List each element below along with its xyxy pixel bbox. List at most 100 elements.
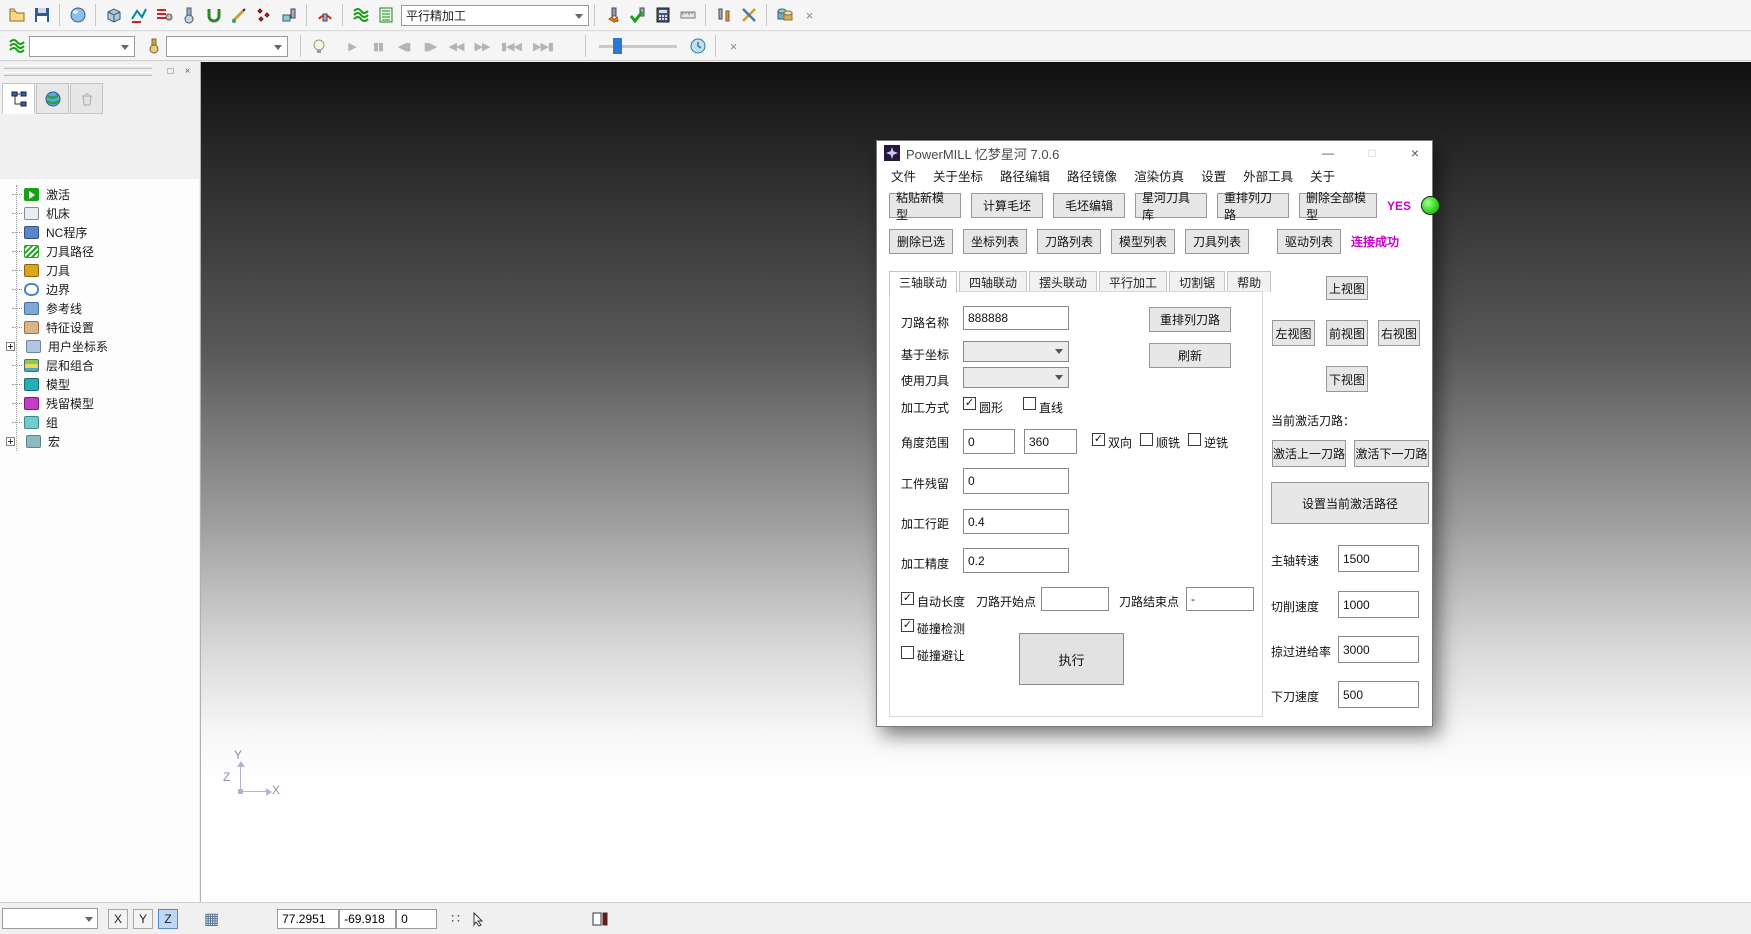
maximize-icon[interactable]: □ — [1363, 144, 1381, 162]
status-dropdown[interactable] — [2, 908, 98, 929]
verify-toolpath-icon[interactable] — [625, 3, 650, 28]
simulation-speed-slider[interactable] — [599, 37, 677, 55]
tree-item-feature-sets[interactable]: 特征设置 — [0, 318, 199, 337]
menu-external-tools[interactable]: 外部工具 — [1243, 166, 1293, 185]
open-file-icon[interactable] — [4, 3, 29, 28]
panel-grip[interactable] — [4, 72, 152, 76]
toolpath-connections-icon[interactable] — [126, 3, 151, 28]
toolpath-list-button[interactable]: 刀路列表 — [1037, 229, 1101, 254]
activate-prev-button[interactable]: 激活上一刀路 — [1272, 440, 1346, 467]
stock-edit-button[interactable]: 毛坯编辑 — [1053, 193, 1125, 218]
measure-icon[interactable] — [675, 3, 700, 28]
tree-item-boundaries[interactable]: 边界 — [0, 280, 199, 299]
tree-item-machine[interactable]: 机床 — [0, 204, 199, 223]
close-toolbar-icon[interactable]: × — [721, 34, 746, 59]
coordinate-y-input[interactable] — [339, 909, 396, 929]
tree-item-workplanes[interactable]: 用户坐标系 — [0, 337, 199, 356]
stock-cylinders-icon[interactable] — [772, 3, 797, 28]
view-left-button[interactable]: 左视图 — [1272, 320, 1315, 346]
menu-path-edit[interactable]: 路径编辑 — [1000, 166, 1050, 185]
coordinate-z-input[interactable] — [396, 909, 437, 929]
batch-process-icon[interactable] — [600, 3, 625, 28]
tab-saw[interactable]: 切割锯 — [1169, 271, 1225, 292]
cutting-feed-input[interactable] — [1338, 591, 1419, 618]
tree-item-patterns[interactable]: 参考线 — [0, 299, 199, 318]
snap-options-icon[interactable]: ∷ — [451, 910, 460, 927]
transform-model-icon[interactable] — [736, 3, 761, 28]
toolpaths-icon[interactable] — [348, 3, 373, 28]
expand-icon[interactable] — [6, 342, 15, 351]
circle-checkbox[interactable]: ✓ — [963, 397, 976, 410]
close-toolbar-icon[interactable]: × — [797, 3, 822, 28]
view-top-button[interactable]: 上视图 — [1326, 276, 1368, 300]
compute-stock-button[interactable]: 计算毛坯 — [971, 193, 1043, 218]
refresh-button[interactable]: 刷新 — [1149, 343, 1231, 368]
close-icon[interactable]: × — [1406, 144, 1424, 162]
panel-grip[interactable] — [4, 65, 152, 69]
pane-toggle-icon[interactable] — [587, 906, 612, 931]
strategy-list-icon[interactable] — [373, 3, 398, 28]
based-coord-select[interactable] — [963, 341, 1069, 362]
stepover-input[interactable] — [963, 509, 1069, 534]
stock-allowance-input[interactable] — [963, 468, 1069, 494]
tree-item-nc-programs[interactable]: NC程序 — [0, 223, 199, 242]
tab-parallel[interactable]: 平行加工 — [1099, 271, 1167, 292]
collision-avoid-checkbox[interactable] — [901, 646, 914, 659]
menu-about[interactable]: 关于 — [1310, 166, 1335, 185]
panel-float-icon[interactable]: □ — [164, 65, 177, 78]
tree-item-activate[interactable]: 激活 — [0, 185, 199, 204]
tab-world[interactable] — [36, 83, 69, 114]
create-tool-icon[interactable] — [176, 3, 201, 28]
tree-item-models[interactable]: 模型 — [0, 375, 199, 394]
menu-render-sim[interactable]: 渲染仿真 — [1134, 166, 1184, 185]
toolpath-name-input[interactable] — [963, 306, 1069, 330]
menu-path-mirror[interactable]: 路径镜像 — [1067, 166, 1117, 185]
create-block-icon[interactable] — [101, 3, 126, 28]
angle-from-input[interactable] — [963, 429, 1015, 454]
leads-links-icon[interactable] — [226, 3, 251, 28]
save-icon[interactable] — [29, 3, 54, 28]
tab-3axis[interactable]: 三轴联动 — [889, 271, 957, 293]
activate-next-button[interactable]: 激活下一刀路 — [1354, 440, 1429, 467]
conventional-checkbox[interactable] — [1188, 433, 1201, 446]
tree-item-tools[interactable]: 刀具 — [0, 261, 199, 280]
view-bottom-button[interactable]: 下视图 — [1326, 366, 1368, 392]
tool-list-button[interactable]: 刀具列表 — [1185, 229, 1249, 254]
set-active-path-button[interactable]: 设置当前激活路径 — [1271, 482, 1429, 524]
tree-item-macros[interactable]: 宏 — [0, 432, 199, 451]
sim-toolpath-dropdown[interactable] — [29, 36, 135, 57]
lightbulb-icon[interactable] — [306, 34, 331, 59]
coord-list-button[interactable]: 坐标列表 — [963, 229, 1027, 254]
view-right-button[interactable]: 右视图 — [1378, 320, 1420, 346]
tool-library-button[interactable]: 星河刀具库 — [1135, 193, 1207, 218]
pointer-icon[interactable] — [466, 906, 491, 931]
axis-y-button[interactable]: Y — [133, 909, 153, 929]
rearrange-toolpaths-button[interactable]: 重排列刀路 — [1217, 193, 1289, 218]
grid-icon[interactable]: ▦ — [204, 909, 219, 929]
drive-list-button[interactable]: 驱动列表 — [1277, 229, 1341, 254]
tab-4axis[interactable]: 四轴联动 — [959, 271, 1027, 292]
strategy-dropdown[interactable]: 平行精加工 — [401, 5, 589, 26]
feeds-speeds-icon[interactable] — [151, 3, 176, 28]
execute-button[interactable]: 执行 — [1019, 633, 1124, 685]
go-to-start-icon[interactable]: ▮◀◀ — [495, 40, 527, 53]
angle-to-input[interactable] — [1024, 429, 1077, 454]
collision-check-icon[interactable] — [312, 3, 337, 28]
step-forward-icon[interactable]: ▮▶ — [417, 40, 443, 53]
menu-coords[interactable]: 关于坐标 — [933, 166, 983, 185]
pause-icon[interactable]: ▮▮ — [365, 40, 391, 53]
clock-icon[interactable] — [685, 34, 710, 59]
shaded-model-icon[interactable] — [65, 3, 90, 28]
model-list-button[interactable]: 模型列表 — [1111, 229, 1175, 254]
calculator-icon[interactable] — [650, 3, 675, 28]
play-icon[interactable]: ▶ — [339, 40, 365, 53]
tree-item-toolpaths[interactable]: 刀具路径 — [0, 242, 199, 261]
axis-z-button[interactable]: Z — [158, 909, 178, 929]
fast-forward-icon[interactable]: ▶▶ — [469, 40, 495, 53]
expand-icon[interactable] — [6, 437, 15, 446]
tool-holder-icon[interactable] — [201, 3, 226, 28]
tab-recycle-bin[interactable] — [70, 83, 103, 114]
tool-change-icon[interactable] — [711, 3, 736, 28]
use-tool-select[interactable] — [963, 367, 1069, 388]
end-point-input[interactable] — [1186, 587, 1254, 611]
